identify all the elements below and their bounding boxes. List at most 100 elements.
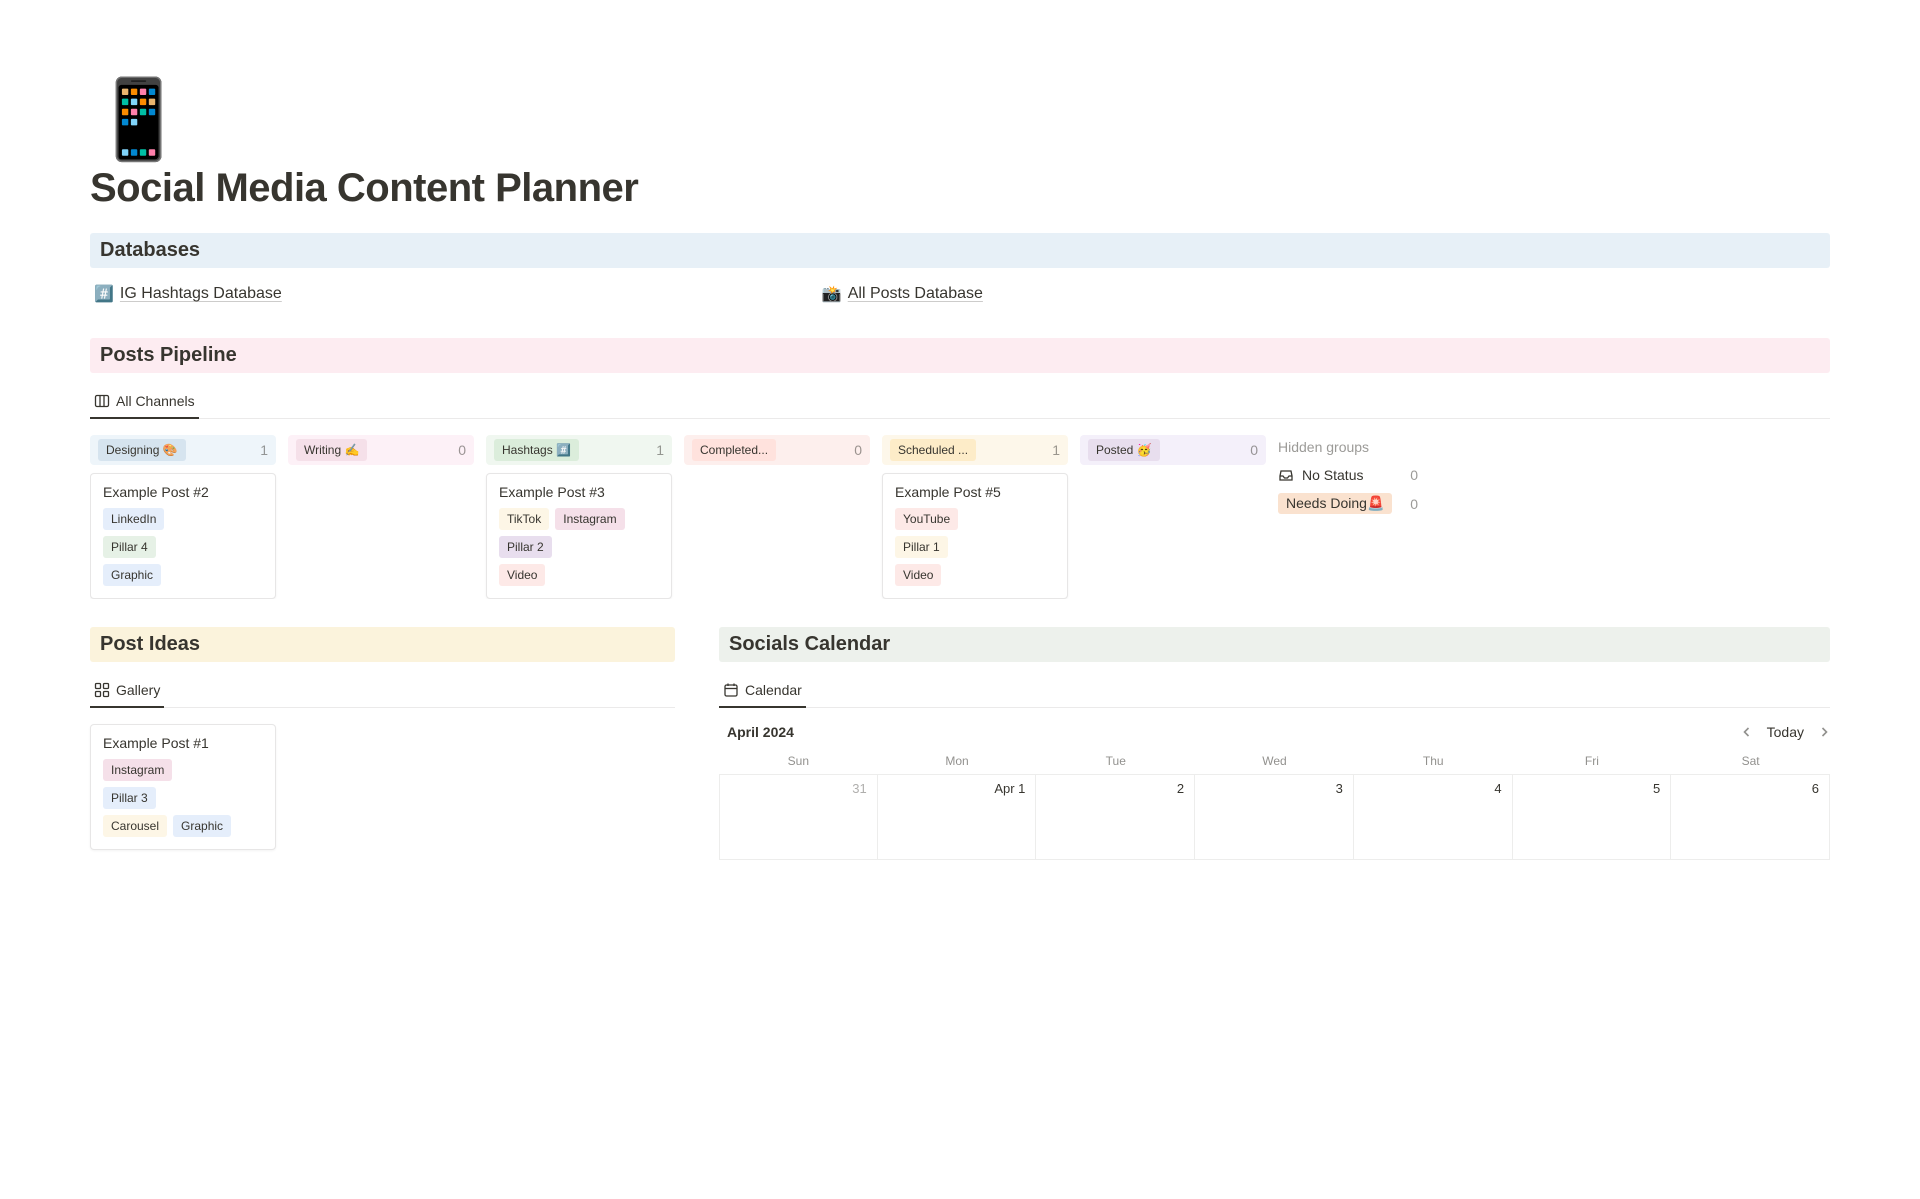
- db-link-hashtags[interactable]: #️⃣ IG Hashtags Database: [94, 284, 282, 304]
- tag-row: Pillar 4: [103, 536, 263, 558]
- calendar-month-label: April 2024: [719, 724, 794, 740]
- calendar-dow: Sun: [719, 750, 878, 774]
- property-tag: Pillar 3: [103, 787, 156, 809]
- column-label: Completed...: [692, 439, 776, 461]
- column-label: Designing 🎨: [98, 439, 186, 461]
- kanban-column[interactable]: Completed... 0: [684, 435, 870, 599]
- calendar-cell[interactable]: 4: [1354, 774, 1513, 860]
- calendar-next-button[interactable]: [1818, 726, 1830, 738]
- tag-row: Instagram: [103, 759, 263, 781]
- card-title: Example Post #5: [895, 484, 1055, 500]
- page-icon[interactable]: 📱: [90, 80, 1830, 158]
- column-label: Writing ✍️: [296, 439, 367, 461]
- calendar-cell[interactable]: 5: [1513, 774, 1672, 860]
- calendar-cell[interactable]: Apr 1: [878, 774, 1037, 860]
- post-card[interactable]: Example Post #3 TikTok InstagramPillar 2 Vi…: [486, 473, 672, 599]
- post-card[interactable]: Example Post #5 YouTube Pillar 1 Video: [882, 473, 1068, 599]
- property-tag: Video: [499, 564, 545, 586]
- db-link-posts[interactable]: 📸 All Posts Database: [822, 284, 983, 304]
- tab-label: All Channels: [116, 393, 195, 409]
- calendar-view-tabs: Calendar: [719, 676, 1830, 708]
- calendar-today-button[interactable]: Today: [1767, 724, 1804, 740]
- property-tag: Carousel: [103, 815, 167, 837]
- db-link-label: IG Hashtags Database: [120, 285, 282, 303]
- tag-row: Video: [499, 564, 659, 586]
- column-count: 1: [1052, 442, 1060, 458]
- calendar-toolbar: April 2024 Today: [719, 724, 1830, 740]
- tag-row: Pillar 1: [895, 536, 1055, 558]
- calendar-dow: Wed: [1195, 750, 1354, 774]
- board-icon: [94, 393, 110, 409]
- hidden-group-count: 0: [1410, 496, 1418, 512]
- calendar-cell[interactable]: 6: [1671, 774, 1830, 860]
- section-pipeline-heading: Posts Pipeline: [90, 338, 1830, 373]
- ideas-view-tabs: Gallery: [90, 676, 675, 708]
- tag-row: Video: [895, 564, 1055, 586]
- tag-row: Pillar 2: [499, 536, 659, 558]
- hidden-group-row[interactable]: Needs Doing🚨 0: [1278, 493, 1418, 514]
- calendar-cell[interactable]: 3: [1195, 774, 1354, 860]
- db-link-label: All Posts Database: [848, 285, 983, 303]
- calendar-dow: Mon: [878, 750, 1037, 774]
- calendar-cell[interactable]: 2: [1036, 774, 1195, 860]
- column-count: 1: [260, 442, 268, 458]
- calendar-dow: Tue: [1036, 750, 1195, 774]
- calendar-cell[interactable]: 31: [719, 774, 878, 860]
- column-header[interactable]: Writing ✍️0: [288, 435, 474, 465]
- calendar-prev-button[interactable]: [1741, 726, 1753, 738]
- gallery-icon: [94, 682, 110, 698]
- calendar-icon: [723, 682, 739, 698]
- kanban-column[interactable]: Hashtags #️⃣1 Example Post #3 TikTok Instag…: [486, 435, 672, 599]
- property-tag: Graphic: [173, 815, 231, 837]
- column-label: Posted 🥳: [1088, 439, 1160, 461]
- card-title: Example Post #2: [103, 484, 263, 500]
- databases-row: #️⃣ IG Hashtags Database 📸 All Posts Dat…: [90, 282, 1830, 312]
- property-tag: LinkedIn: [103, 508, 164, 530]
- camera-icon: 📸: [822, 284, 842, 304]
- tab-calendar[interactable]: Calendar: [719, 676, 806, 708]
- post-card[interactable]: Example Post #1 Instagram Pillar 3 Carousel…: [90, 724, 276, 850]
- column-header[interactable]: Designing 🎨 1: [90, 435, 276, 465]
- hashtag-icon: #️⃣: [94, 284, 114, 304]
- property-tag: TikTok: [499, 508, 549, 530]
- tab-gallery[interactable]: Gallery: [90, 676, 164, 708]
- page-title: Social Media Content Planner: [90, 166, 1830, 211]
- property-tag: Instagram: [555, 508, 624, 530]
- property-tag: Pillar 4: [103, 536, 156, 558]
- kanban-column[interactable]: Scheduled ... 1 Example Post #5 YouTube Pill…: [882, 435, 1068, 599]
- property-tag: Pillar 2: [499, 536, 552, 558]
- hidden-group-label: No Status: [1302, 467, 1363, 483]
- kanban-column[interactable]: Writing ✍️0: [288, 435, 474, 599]
- column-label: Scheduled ...: [890, 439, 976, 461]
- column-count: 0: [1250, 442, 1258, 458]
- hidden-group-row[interactable]: No Status 0: [1278, 467, 1418, 483]
- tab-label: Calendar: [745, 682, 802, 698]
- section-ideas-heading: Post Ideas: [90, 627, 675, 662]
- column-header[interactable]: Completed... 0: [684, 435, 870, 465]
- kanban-column[interactable]: Designing 🎨 1 Example Post #2 LinkedIn Pilla…: [90, 435, 276, 599]
- card-title: Example Post #3: [499, 484, 659, 500]
- card-title: Example Post #1: [103, 735, 263, 751]
- property-tag: Graphic: [103, 564, 161, 586]
- hidden-groups-panel: Hidden groupsNo Status0Needs Doing🚨0: [1278, 435, 1418, 599]
- tag-row: Pillar 3: [103, 787, 263, 809]
- tag-row: TikTok Instagram: [499, 508, 659, 530]
- column-header[interactable]: Posted 🥳 0: [1080, 435, 1266, 465]
- calendar-dow-row: SunMonTueWedThuFriSat: [719, 750, 1830, 774]
- pipeline-view-tabs: All Channels: [90, 387, 1830, 419]
- property-tag: Pillar 1: [895, 536, 948, 558]
- hidden-group-count: 0: [1410, 467, 1418, 483]
- section-databases-heading: Databases: [90, 233, 1830, 268]
- tab-all-channels[interactable]: All Channels: [90, 387, 199, 419]
- property-tag: YouTube: [895, 508, 958, 530]
- tag-row: YouTube: [895, 508, 1055, 530]
- column-count: 0: [854, 442, 862, 458]
- tag-row: Graphic: [103, 564, 263, 586]
- column-header[interactable]: Hashtags #️⃣1: [486, 435, 672, 465]
- hidden-group-label: Needs Doing🚨: [1278, 493, 1392, 514]
- post-card[interactable]: Example Post #2 LinkedIn Pillar 4 Graphic: [90, 473, 276, 599]
- kanban-column[interactable]: Posted 🥳 0: [1080, 435, 1266, 599]
- column-header[interactable]: Scheduled ... 1: [882, 435, 1068, 465]
- calendar-dow: Thu: [1354, 750, 1513, 774]
- property-tag: Video: [895, 564, 941, 586]
